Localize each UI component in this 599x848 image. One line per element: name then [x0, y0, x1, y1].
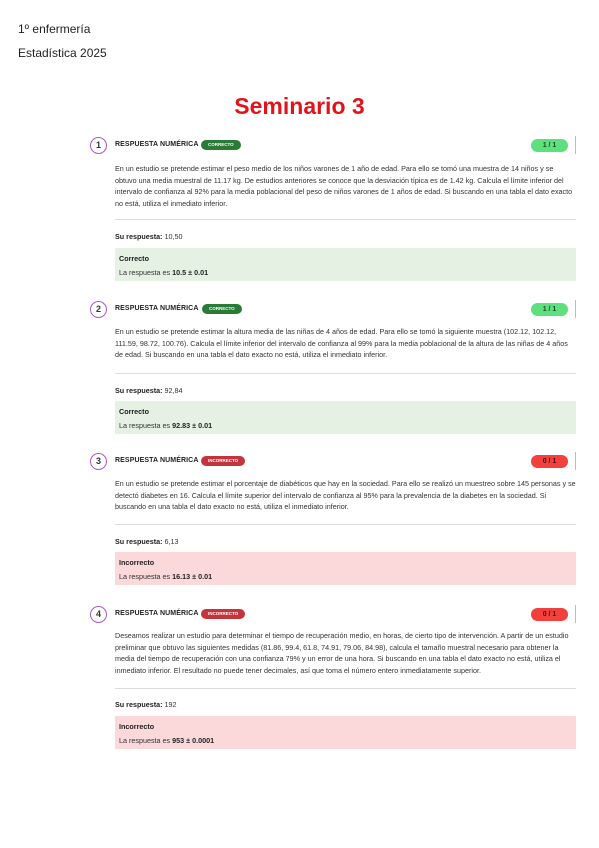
page-title: Seminario 3	[234, 93, 365, 119]
question-type: RESPUESTA NUMÉRICA	[115, 457, 199, 464]
divider	[115, 219, 576, 220]
answer-line: Su respuesta: 192	[115, 700, 177, 709]
feedback-title: Incorrecto	[119, 558, 155, 567]
answer-value: 92,84	[164, 386, 183, 395]
question-number: 3	[90, 453, 107, 470]
status-badge: CORRECTO	[202, 304, 242, 314]
divider	[575, 300, 576, 318]
feedback-answer: La respuesta es 16.13 ± 0.01	[119, 572, 212, 581]
question-number: 2	[90, 301, 107, 318]
answer-line: Su respuesta: 10,50	[115, 232, 183, 241]
status-badge: INCORRECTO	[201, 456, 246, 466]
question-card-2: 2 RESPUESTA NUMÉRICA CORRECTO 1 / 1 En u…	[90, 300, 576, 434]
score-badge: 0 / 1	[531, 455, 568, 468]
question-text: Deseamos realizar un estudio para determ…	[115, 631, 569, 675]
feedback-prefix: La respuesta es	[119, 268, 171, 277]
answer-line: Su respuesta: 6,13	[115, 537, 179, 546]
feedback-prefix: La respuesta es	[119, 736, 171, 745]
answer-label: Su respuesta:	[115, 386, 163, 395]
answer-label: Su respuesta:	[115, 232, 163, 241]
feedback-box: Incorrecto La respuesta es 953 ± 0.0001	[115, 716, 576, 749]
feedback-box: Correcto La respuesta es 92.83 ± 0.01	[115, 401, 576, 434]
question-number: 4	[90, 606, 107, 623]
feedback-answer: La respuesta es 10.5 ± 0.01	[119, 268, 208, 277]
question-type: RESPUESTA NUMÉRICA	[115, 305, 199, 312]
feedback-value: 16.13 ± 0.01	[172, 572, 213, 581]
status-badge: CORRECTO	[201, 140, 241, 150]
status-badge: INCORRECTO	[201, 609, 246, 619]
divider	[115, 524, 576, 525]
divider	[115, 373, 576, 374]
question-text: En un estudio se pretende estimar el pes…	[115, 164, 573, 208]
feedback-title: Incorrecto	[119, 722, 155, 731]
divider	[575, 136, 576, 154]
answer-label: Su respuesta:	[115, 700, 163, 709]
feedback-box: Incorrecto La respuesta es 16.13 ± 0.01	[115, 552, 576, 585]
feedback-box: Correcto La respuesta es 10.5 ± 0.01	[115, 248, 576, 281]
question-type: RESPUESTA NUMÉRICA	[115, 610, 199, 617]
question-text: En un estudio se pretende estimar la alt…	[115, 327, 568, 360]
feedback-answer: La respuesta es 92.83 ± 0.01	[119, 421, 212, 430]
feedback-value: 953 ± 0.0001	[172, 736, 215, 745]
feedback-value: 10.5 ± 0.01	[172, 268, 209, 277]
subject-line: Estadística 2025	[18, 46, 107, 60]
answer-label: Su respuesta:	[115, 537, 163, 546]
question-card-3: 3 RESPUESTA NUMÉRICA INCORRECTO 0 / 1 En…	[90, 452, 576, 585]
divider	[575, 605, 576, 623]
score-badge: 1 / 1	[531, 303, 568, 316]
feedback-prefix: La respuesta es	[119, 421, 171, 430]
answer-value: 192	[164, 700, 177, 709]
question-text: En un estudio se pretende estimar el por…	[115, 479, 576, 512]
question-type: RESPUESTA NUMÉRICA	[115, 141, 199, 148]
question-header: 3 RESPUESTA NUMÉRICA INCORRECTO 0 / 1	[90, 452, 576, 473]
question-header: 1 RESPUESTA NUMÉRICA CORRECTO 1 / 1	[90, 136, 576, 157]
feedback-value: 92.83 ± 0.01	[172, 421, 213, 430]
answer-line: Su respuesta: 92,84	[115, 386, 183, 395]
course-line: 1º enfermería	[18, 22, 91, 36]
feedback-prefix: La respuesta es	[119, 572, 171, 581]
question-number: 1	[90, 137, 107, 154]
answer-value: 10,50	[164, 232, 183, 241]
feedback-answer: La respuesta es 953 ± 0.0001	[119, 736, 214, 745]
question-card-1: 1 RESPUESTA NUMÉRICA CORRECTO 1 / 1 En u…	[90, 136, 576, 281]
score-badge: 1 / 1	[531, 139, 568, 152]
question-card-4: 4 RESPUESTA NUMÉRICA INCORRECTO 0 / 1 De…	[90, 605, 576, 749]
feedback-title: Correcto	[119, 254, 149, 263]
divider	[115, 688, 576, 689]
feedback-title: Correcto	[119, 407, 149, 416]
divider	[575, 452, 576, 470]
question-header: 4 RESPUESTA NUMÉRICA INCORRECTO 0 / 1	[90, 605, 576, 626]
question-header: 2 RESPUESTA NUMÉRICA CORRECTO 1 / 1	[90, 300, 576, 321]
score-badge: 0 / 1	[531, 608, 568, 621]
answer-value: 6,13	[164, 537, 179, 546]
